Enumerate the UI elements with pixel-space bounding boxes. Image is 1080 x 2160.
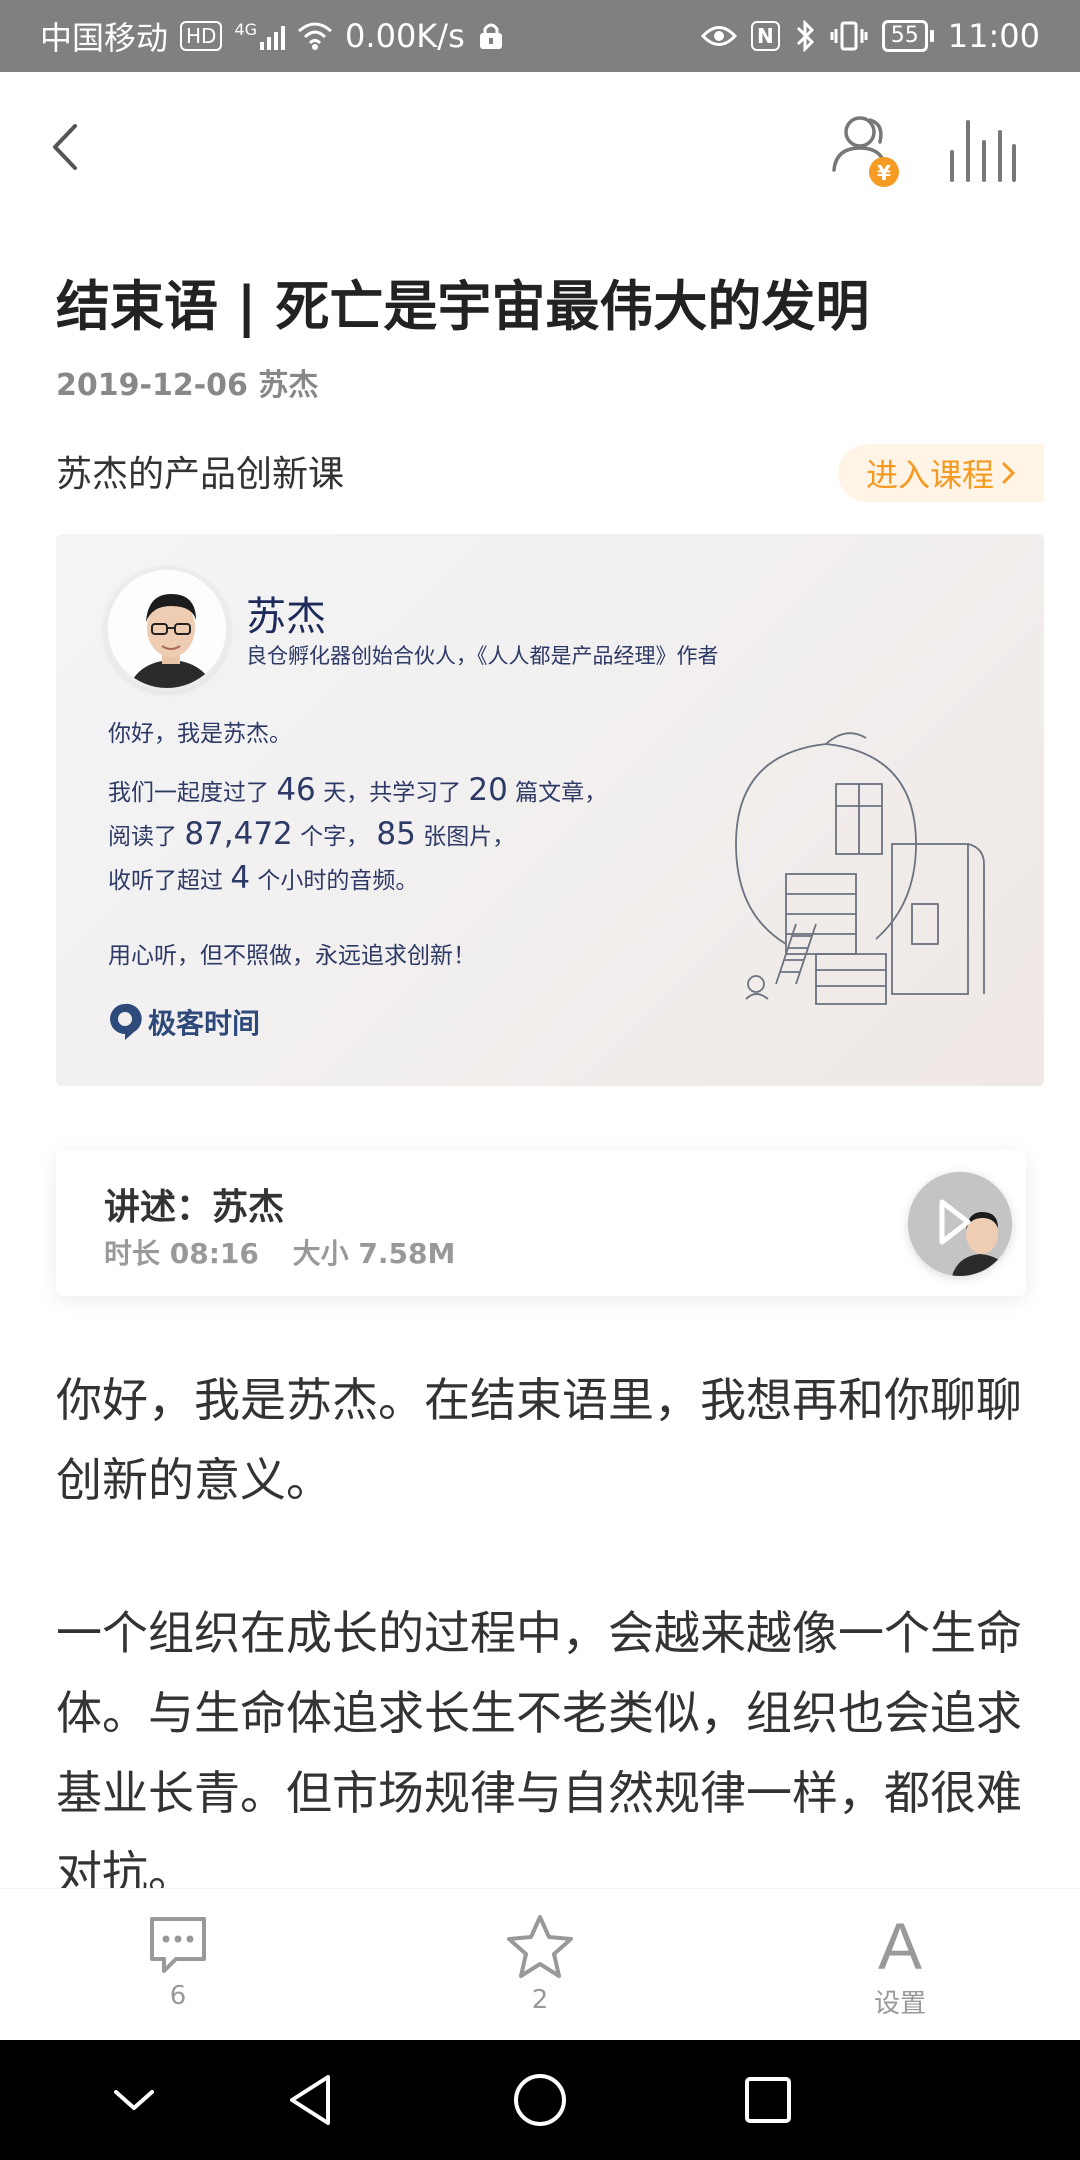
comments-button[interactable]: 6	[118, 1913, 238, 2011]
carrier-label: 中国移动	[40, 19, 169, 57]
star-icon	[507, 1915, 573, 1978]
card-text: 张图片，	[423, 824, 516, 850]
circle-home-icon	[514, 2074, 566, 2126]
card-author-bio: 良仓孵化器创始合伙人，《人人都是产品经理》作者	[246, 644, 719, 668]
top-nav: ¥	[0, 72, 1080, 222]
people-coin-icon: ¥	[832, 116, 899, 187]
network-type: 4G	[234, 20, 258, 39]
card-text: 个字，	[300, 824, 370, 850]
article-date: 2019-12-06	[56, 368, 248, 403]
author-avatar	[104, 566, 230, 692]
card-author-name: 苏杰	[246, 594, 326, 640]
brand-name: 极客时间	[148, 1007, 261, 1040]
square-recents-icon	[745, 2077, 791, 2123]
enter-course-button[interactable]: 进入课程	[838, 444, 1044, 502]
favorite-button[interactable]: 2	[480, 1913, 600, 2015]
back-button[interactable]	[30, 112, 100, 182]
nav-home-button[interactable]	[490, 2060, 590, 2140]
vibrate-icon	[830, 21, 868, 51]
play-button[interactable]	[908, 1172, 1012, 1276]
enter-course-label: 进入课程	[865, 456, 994, 494]
articles-count: 20	[468, 772, 508, 808]
card-stats-line-3: 收听了超过 4 个小时的音频。	[108, 860, 418, 896]
font-settings-icon: A	[877, 1909, 923, 1983]
article-meta: 2019-12-06 苏杰	[56, 360, 318, 404]
card-text: 篇文章，	[515, 780, 608, 806]
favorites-count: 2	[531, 1985, 549, 2015]
net-speed: 0.00K/s	[345, 17, 465, 55]
stats-button[interactable]	[944, 116, 1020, 186]
brand-logo: 极客时间	[108, 1002, 260, 1042]
lightbulb-illustration	[735, 732, 985, 1005]
battery-icon: 55	[881, 20, 934, 52]
chars-count: 87,472	[184, 816, 293, 852]
card-text: 我们一起度过了	[108, 780, 269, 806]
bottom-action-bar: 6 2 A 设置	[0, 1888, 1080, 2040]
card-text: 个小时的音频。	[257, 868, 419, 894]
article-title: 结束语 | 死亡是宇宙最伟大的发明	[56, 275, 870, 338]
audio-duration: 时长 08:16	[104, 1237, 259, 1270]
geektime-logo-icon	[110, 1003, 142, 1040]
nav-back-button[interactable]	[260, 2060, 360, 2140]
settings-label: 设置	[873, 1989, 926, 2019]
chevron-left-icon	[53, 124, 77, 170]
status-bar: 中国移动 HD 4G 0.00K/s N 55 11:00	[0, 0, 1080, 72]
card-stats-line-2: 阅读了 87,472 个字， 85 张图片，	[108, 816, 515, 852]
nfc-icon: N	[751, 21, 780, 51]
bar-chart-icon	[950, 120, 1016, 182]
members-reward-button[interactable]: ¥	[826, 110, 906, 190]
system-nav-bar	[0, 2040, 1080, 2160]
card-greeting: 你好，我是苏杰。	[108, 721, 292, 747]
lock-icon	[479, 23, 502, 49]
triangle-back-icon	[290, 2075, 330, 2125]
comments-count: 6	[169, 1981, 187, 2011]
article-paragraph: 你好，我是苏杰。在结束语里，我想再和你聊聊创新的意义。	[56, 1373, 1022, 1507]
nav-recents-button[interactable]	[718, 2060, 818, 2140]
card-motto: 用心听，但不照做，永远追求创新！	[108, 943, 476, 969]
chevron-down-icon	[114, 2090, 154, 2110]
images-count: 85	[376, 816, 416, 852]
nav-hide-button[interactable]	[84, 2060, 184, 2140]
hours-count: 4	[230, 860, 251, 896]
battery-level: 55	[881, 20, 928, 52]
hd-badge: HD	[180, 21, 223, 51]
audio-size: 大小 7.58M	[292, 1237, 456, 1270]
eye-icon	[701, 26, 738, 46]
chevron-right-icon	[1002, 462, 1016, 484]
card-text: 阅读了	[108, 824, 177, 850]
audio-narrator: 讲述：苏杰	[104, 1187, 285, 1228]
comment-icon	[150, 1917, 206, 1973]
signal-icon: 4G	[234, 20, 286, 50]
days-count: 46	[276, 772, 316, 808]
course-summary-card: 苏杰 良仓孵化器创始合伙人，《人人都是产品经理》作者 你好，我是苏杰。 我们一起…	[56, 534, 1044, 1086]
card-stats-line-1: 我们一起度过了 46 天，共学习了 20 篇文章，	[108, 772, 607, 808]
audio-meta: 时长 08:16 大小 7.58M	[104, 1232, 455, 1272]
audio-player-card[interactable]: 讲述：苏杰 时长 08:16 大小 7.58M	[56, 1150, 1026, 1296]
wifi-icon	[298, 22, 333, 50]
article-paragraph: 一个组织在成长的过程中，会越来越像一个生命体。与生命体追求长生不老类似，组织也会…	[56, 1606, 1022, 1900]
font-settings-button[interactable]: A 设置	[840, 1913, 960, 2020]
card-text: 收听了超过	[108, 868, 223, 894]
bluetooth-icon	[796, 20, 814, 52]
svg-text:¥: ¥	[877, 161, 891, 185]
clock: 11:00	[947, 17, 1040, 55]
course-name[interactable]: 苏杰的产品创新课	[56, 445, 344, 497]
article-author: 苏杰	[258, 368, 319, 403]
card-text: 天，共学习了	[323, 780, 462, 806]
